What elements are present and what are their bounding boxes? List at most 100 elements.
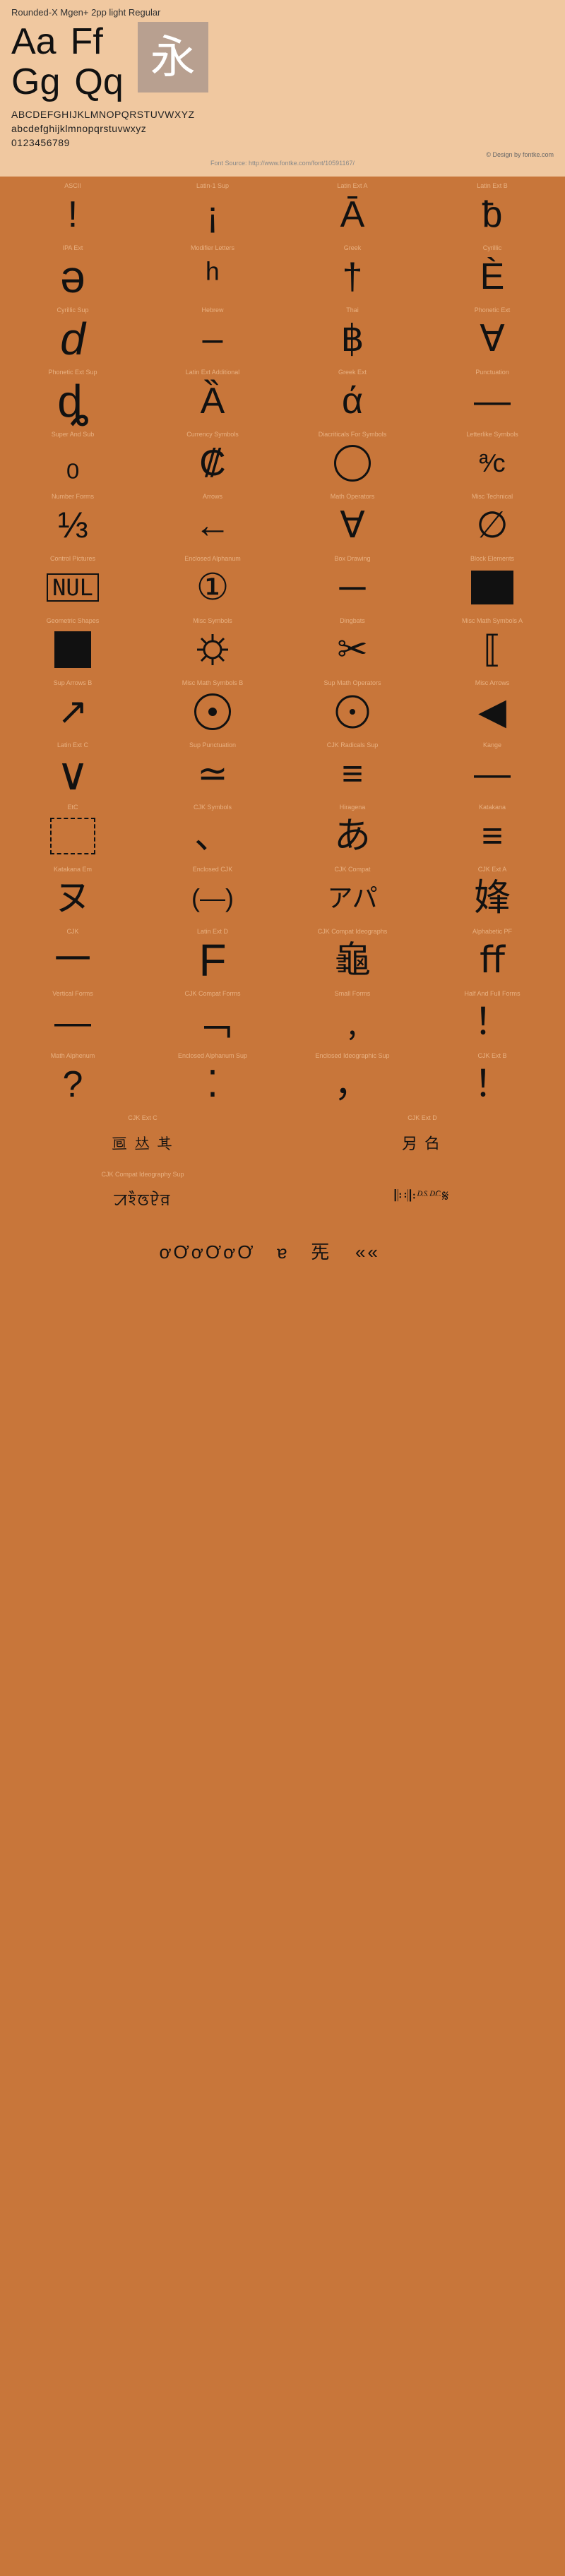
label-greekext: Greek Ext — [338, 369, 367, 376]
cell-blockelements: Block Elements — [422, 552, 562, 614]
label-cjkradicalssup: CJK Radicals Sup — [327, 741, 379, 749]
label-alphabeticpf: Alphabetic PF — [472, 928, 512, 936]
glyph-latinextb: ƀ — [425, 191, 559, 237]
glyph-cjkextc: 𠄢𠀠𠁤𠁷𠁿𠀤𠀡𠀣𠀢𠀩𠀪 — [6, 1123, 280, 1164]
digits: 0123456789 — [11, 136, 554, 150]
cell-cjkextb: CJK Ext B ！ — [422, 1049, 562, 1111]
glyph-enclosedalpha: ① — [145, 564, 280, 610]
glyph-cjkcompat: アパ — [285, 875, 420, 921]
label-modletters: Modifier Letters — [191, 244, 234, 252]
cell-kange: Kange — — [422, 739, 562, 801]
alphabet-section: ABCDEFGHIJKLMNOPQRSTUVWXYZ abcdefghijklm… — [11, 108, 554, 150]
glyph-letterlike: ª∕c — [425, 440, 559, 486]
cell-suppunct: Sup Punctuation ≃ — [143, 739, 282, 801]
glyph-cjkextd: 𠮠𠮡𠮢𠮣𠮤𠮥𠮦 — [285, 1123, 559, 1164]
glyph-miscmatha: ⟦ — [425, 626, 559, 672]
label-phoneticext: Phonetic Ext — [475, 306, 511, 314]
glyph-cjkextb: ！ — [425, 1061, 559, 1107]
glyph-miscarrows: ◀ — [425, 688, 559, 734]
glyph-numberforms: ⅓ — [6, 502, 140, 548]
cell-cjkexta: CJK Ext A 㛔 — [422, 863, 562, 925]
label-cjkcompatforms: CJK Compat Forms — [184, 990, 240, 998]
glyph-controlpictures: NUL — [6, 564, 140, 610]
cell-miscsymbols: Misc Symbols — [143, 614, 282, 676]
label-cjksymbols: CJK Symbols — [194, 804, 232, 811]
cell-supmathops: Sup Math Operators — [282, 676, 422, 739]
font-source: Font Source: http://www.fontke.com/font/… — [11, 160, 554, 167]
label-katakanaem: Katakana Em — [54, 866, 92, 873]
cell-alphabeticpf: Alphabetic PF ﬀ — [422, 925, 562, 987]
label-hebrew: Hebrew — [201, 306, 223, 314]
glyph-enclalphanmsup: ⁚ — [145, 1061, 280, 1107]
label-latinextb: Latin Ext B — [477, 182, 508, 190]
glyph-katakana: ≡ — [425, 813, 559, 859]
glyph-blockelements — [425, 564, 559, 610]
label-ascii: ASCII — [64, 182, 81, 190]
label-misctech: Misc Technical — [472, 493, 513, 501]
label-cyrillic: Cyrillic — [483, 244, 502, 252]
label-controlpictures: Control Pictures — [50, 555, 95, 563]
glyph-smallforms: ﹐ — [285, 999, 420, 1045]
glyph-cjkradicalssup: ≡ — [285, 751, 420, 797]
label-numberforms: Number Forms — [52, 493, 94, 501]
cell-enclosedalpha: Enclosed Alphanum ① — [143, 552, 282, 614]
label-arrows: Arrows — [203, 493, 222, 501]
cell-diacriticals: Diacriticals For Symbols — [282, 428, 422, 490]
label-latin1sup: Latin-1 Sup — [196, 182, 229, 190]
glyph-latinextc: ∨ — [6, 751, 140, 797]
label-verticalforms: Vertical Forms — [52, 990, 93, 998]
label-enclcjk: Enclosed CJK — [193, 866, 233, 873]
cell-suparrowsb: Sup Arrows B ↗ — [3, 676, 143, 739]
label-katakana: Katakana — [479, 804, 506, 811]
preview-row: Aa Ff Gg Qq 永 — [11, 22, 554, 102]
glyph-greekext: ά — [285, 378, 420, 424]
glyph-alphabeticpf: ﬀ — [425, 937, 559, 983]
preview-qq: Qq — [74, 62, 123, 102]
cell-latinexta: Latin Ext A Ā — [282, 179, 422, 242]
label-superandsub: Super And Sub — [52, 431, 95, 439]
label-supmathops: Sup Math Operators — [323, 679, 381, 687]
cell-katakana: Katakana ≡ — [422, 801, 562, 863]
glyph-cyrillic: È — [425, 254, 559, 299]
label-mathalpha: Math Alphenum — [51, 1052, 95, 1060]
cell-superandsub: Super And Sub ₀ — [3, 428, 143, 490]
cell-controlpictures: Control Pictures NUL — [3, 552, 143, 614]
glyph-geoshapes — [6, 626, 140, 672]
preview-aa: Aa — [11, 22, 56, 62]
glyph-modletters: ʰ — [145, 254, 280, 299]
glyph-latinextadd: Ȁ — [145, 378, 280, 424]
cell-thai: Thai ฿ — [282, 304, 422, 366]
cell-phoneticextsup: Phonetic Ext Sup ȡ — [3, 366, 143, 428]
cell-cjkcompatideo: CJK Compat Ideographs 龜 — [282, 925, 422, 987]
glyph-mathops: ∀ — [285, 502, 420, 548]
cell-punctuation: Punctuation — — [422, 366, 562, 428]
copyright: © Design by fontke.com — [11, 151, 554, 158]
glyph-phoneticext: Ɐ — [425, 316, 559, 362]
glyph-punctuation: — — [425, 378, 559, 424]
glyph-cjkcompatideogsup: ꠀꠁꠂꠃꠄꠅ — [6, 1180, 280, 1220]
cell-hiragena: Hiragena あ — [282, 801, 422, 863]
glyph-supmathops — [285, 688, 420, 734]
label-miscsymbols: Misc Symbols — [193, 617, 232, 625]
cell-latinextc: Latin Ext C ∨ — [3, 739, 143, 801]
cell-arrows: Arrows ← — [143, 490, 282, 552]
label-cjkcompatideo: CJK Compat Ideographs — [318, 928, 388, 936]
label-geoshapes: Geometric Shapes — [47, 617, 100, 625]
glyph-suparrowsb: ↗ — [6, 688, 140, 734]
label-halffulls: Half And Full Forms — [464, 990, 520, 998]
glyph-greek: † — [285, 254, 420, 299]
cell-geoshapes: Geometric Shapes — [3, 614, 143, 676]
cell-cjkextd: CJK Ext D 𠮠𠮡𠮢𠮣𠮤𠮥𠮦 — [282, 1111, 562, 1168]
label-cjkextc: CJK Ext C — [128, 1114, 157, 1122]
cell-latinextadd: Latin Ext Additional Ȁ — [143, 366, 282, 428]
label-mathops: Math Operators — [331, 493, 375, 501]
glyph-verticalforms: — — [6, 999, 140, 1045]
label-boxdrawing: Box Drawing — [334, 555, 370, 563]
cell-enclideogsup: Enclosed Ideographic Sup ， — [282, 1049, 422, 1111]
cell-smallforms: Small Forms ﹐ — [282, 987, 422, 1049]
cell-numberforms: Number Forms ⅓ — [3, 490, 143, 552]
alphabet-lower: abcdefghijklmnopqrstuvwxyz — [11, 122, 554, 136]
cell-miscarrows: Misc Arrows ◀ — [422, 676, 562, 739]
glyph-latinexta: Ā — [285, 191, 420, 237]
label-miscmathb: Misc Math Symbols B — [182, 679, 244, 687]
